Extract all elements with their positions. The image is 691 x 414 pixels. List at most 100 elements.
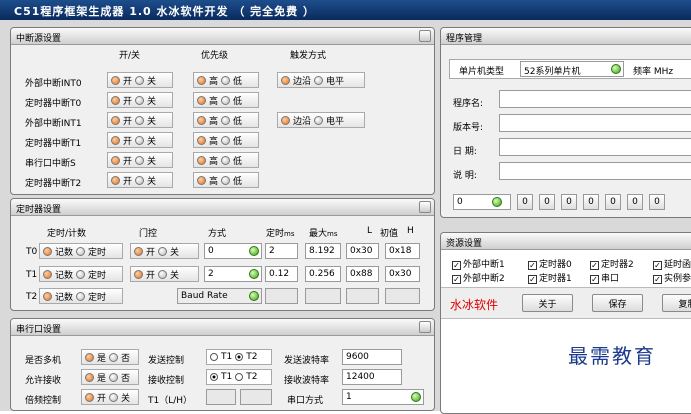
interrupt-row-label: 定时器中断T2: [25, 179, 82, 189]
radio-off-icon: [76, 291, 86, 301]
t1-time-input[interactable]: 0.12: [265, 266, 298, 282]
interrupt-row-label: 外部中断INT1: [25, 119, 82, 129]
interrupt-trigger-radio[interactable]: 边沿 电平: [277, 112, 365, 128]
t2-time-input: [265, 288, 298, 304]
desc-input[interactable]: [499, 162, 691, 180]
t1-method-select[interactable]: 2: [204, 266, 262, 282]
collapse-box[interactable]: [419, 201, 431, 213]
interrupt-priority-radio[interactable]: 高低: [193, 132, 259, 148]
t0-mode-radio[interactable]: 记数 定时: [39, 243, 123, 259]
col-method: 方式: [208, 229, 227, 239]
col-onoff: 开/关: [119, 51, 141, 61]
multi-radio[interactable]: 是否: [81, 349, 139, 365]
interrupt-trigger-radio[interactable]: 边沿 电平: [277, 72, 365, 88]
interrupt-priority-radio[interactable]: 高低: [193, 152, 259, 168]
t1-gate-radio[interactable]: 开关: [130, 266, 199, 282]
interrupt-priority-radio[interactable]: 高低: [193, 112, 259, 128]
serial-panel: 串行口设置 是否多机 是否 发送控制 T1 T2 发送波特率 9600 允许接收 …: [10, 318, 435, 411]
radio-off-icon: [135, 135, 145, 145]
recv-allow-radio[interactable]: 是否: [81, 369, 139, 385]
check-serial[interactable]: ✓ 串口: [590, 271, 619, 284]
t1-max-value: 0.256: [305, 266, 341, 282]
t2-baud-select[interactable]: Baud Rate: [177, 288, 262, 304]
collapse-box[interactable]: [419, 321, 431, 333]
radio-on-icon: [281, 75, 290, 85]
check-ext1[interactable]: ✓ 外部中断1: [452, 257, 505, 270]
check-timer1[interactable]: ✓ 定时器1: [528, 271, 572, 284]
mcu-select[interactable]: 52系列单片机: [520, 61, 624, 77]
check-ext2[interactable]: ✓ 外部中断2: [452, 271, 505, 284]
interrupt-priority-radio[interactable]: 高低: [193, 92, 259, 108]
radio-on-icon: [197, 75, 206, 85]
interrupt-onoff-radio[interactable]: 开关: [107, 72, 173, 88]
bit-toggle[interactable]: 0: [561, 194, 577, 210]
radio-off-icon: [314, 75, 324, 85]
radio-off-icon: [109, 392, 119, 402]
t1-l-value: 0x88: [346, 266, 379, 282]
check-timer2[interactable]: ✓ 定时器2: [590, 257, 634, 270]
check-example[interactable]: ✓ 实例参: [653, 271, 691, 284]
radio-off-icon: [109, 372, 119, 382]
double-label: 倍频控制: [25, 396, 62, 406]
recv-allow-label: 允许接收: [25, 376, 62, 386]
col-h: H: [407, 226, 414, 236]
interrupt-row-label: 外部中断INT0: [25, 79, 82, 89]
t0-method-select[interactable]: 0: [204, 243, 262, 259]
radio-on-icon: [111, 135, 120, 145]
bit-toggle[interactable]: 0: [583, 194, 599, 210]
interrupt-onoff-radio[interactable]: 开关: [107, 92, 173, 108]
about-button[interactable]: 关于: [522, 294, 573, 312]
save-button[interactable]: 保存: [592, 294, 643, 312]
collapse-box[interactable]: [419, 30, 431, 42]
recv-ctrl-radio[interactable]: T1 T2: [206, 369, 272, 385]
bit-toggle[interactable]: 0: [517, 194, 533, 210]
bit-toggle[interactable]: 0: [649, 194, 665, 210]
dropdown-icon: [249, 269, 259, 279]
dropdown-icon: [249, 246, 259, 256]
t1-mode-radio[interactable]: 记数 定时: [39, 266, 123, 282]
send-ctrl-radio[interactable]: T1 T2: [206, 349, 272, 365]
radio-off-icon: [158, 246, 168, 256]
radio-on-icon: [281, 115, 290, 125]
t0-gate-radio[interactable]: 开关: [130, 243, 199, 259]
radio-off-icon: [221, 155, 231, 165]
radio-off-icon: [221, 75, 231, 85]
interrupt-onoff-radio[interactable]: 开关: [107, 172, 173, 188]
interrupt-priority-radio[interactable]: 高低: [193, 72, 259, 88]
t0-time-input[interactable]: 2: [265, 243, 298, 259]
check-delay[interactable]: ✓ 延时函: [653, 257, 691, 270]
t0-l-value: 0x30: [346, 243, 379, 259]
port-mode-label: 串口方式: [287, 396, 324, 406]
date-input[interactable]: [499, 138, 691, 156]
radio-off-icon: [221, 115, 231, 125]
bit-toggle[interactable]: 0: [539, 194, 555, 210]
send-baud-input[interactable]: 9600: [342, 349, 402, 365]
version-input[interactable]: [499, 114, 691, 132]
copy-button[interactable]: 复制: [662, 294, 691, 312]
interrupt-priority-radio[interactable]: 高低: [193, 172, 259, 188]
bit-toggle[interactable]: 0: [605, 194, 621, 210]
recv-baud-label: 接收波特率: [284, 376, 330, 386]
t2-mode-radio[interactable]: 记数 定时: [39, 288, 123, 304]
bit-start-select[interactable]: 0: [453, 194, 511, 210]
interrupt-onoff-radio[interactable]: 开关: [107, 132, 173, 148]
radio-on-icon: [85, 352, 94, 362]
t2-l-value: [346, 288, 379, 304]
t1l-input: [206, 389, 236, 405]
bit-toggle[interactable]: 0: [627, 194, 643, 210]
mcu-label: 单片机类型: [459, 67, 505, 77]
interrupt-onoff-radio[interactable]: 开关: [107, 152, 173, 168]
interrupt-onoff-radio[interactable]: 开关: [107, 112, 173, 128]
interrupt-row-label: 定时器中断T1: [25, 139, 82, 149]
recv-baud-input[interactable]: 12400: [342, 369, 402, 385]
radio-on-icon: [197, 155, 206, 165]
radio-off-icon: [135, 75, 145, 85]
port-mode-select[interactable]: 1: [342, 389, 424, 405]
radio-on-icon: [197, 175, 206, 185]
t1-label: T1: [26, 270, 38, 280]
check-timer0[interactable]: ✓ 定时器0: [528, 257, 572, 270]
double-radio[interactable]: 开关: [81, 389, 139, 405]
checkbox-checked-icon: ✓: [590, 261, 599, 270]
interrupt-row-label: 串行口中断S: [25, 159, 76, 169]
name-input[interactable]: [499, 90, 691, 108]
